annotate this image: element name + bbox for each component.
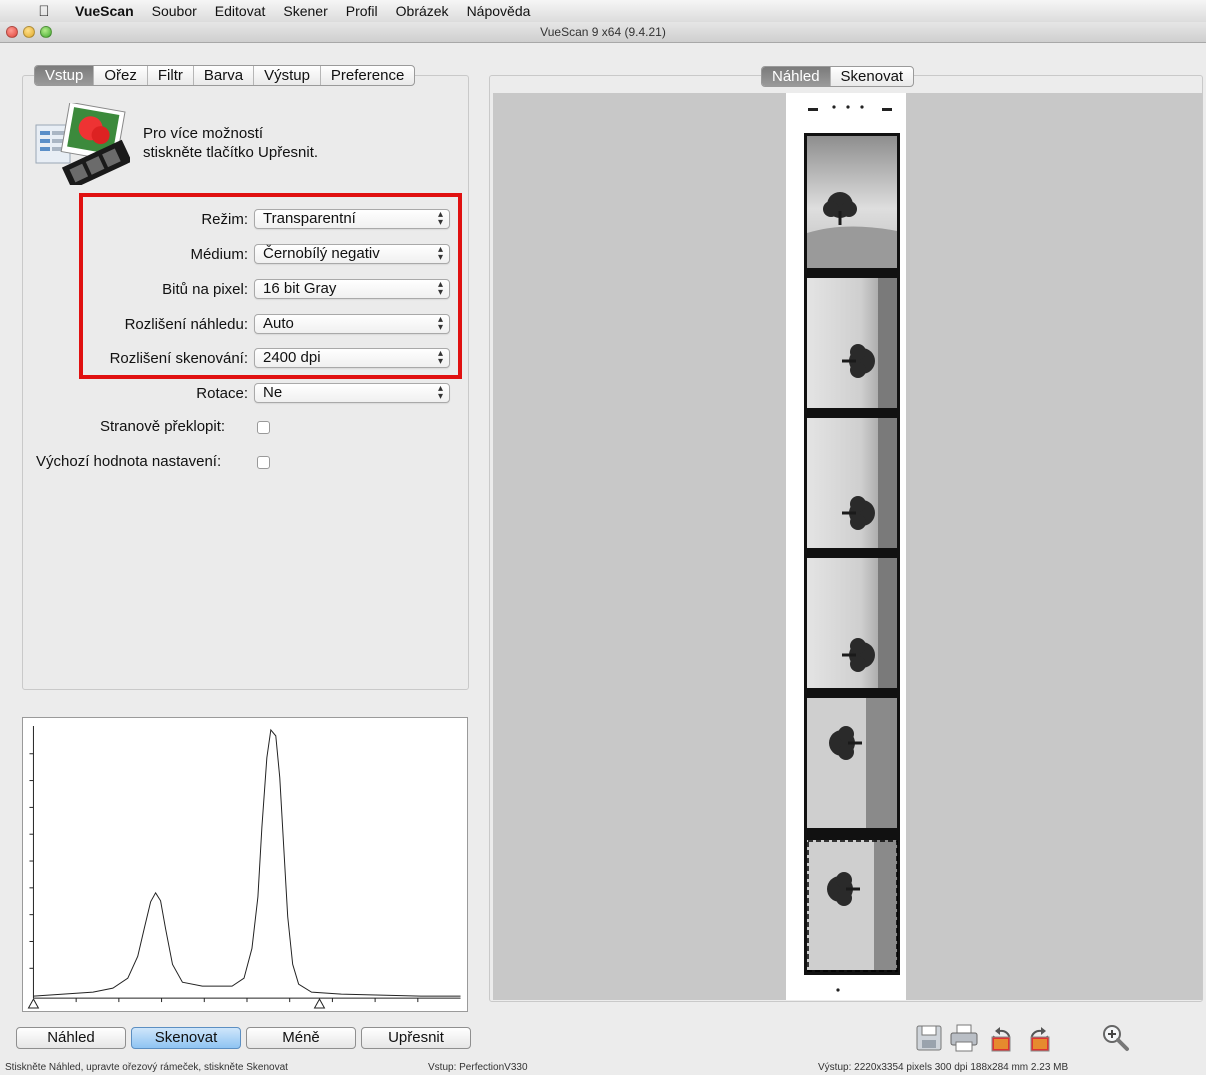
tab-preview[interactable]: Náhled (762, 67, 830, 86)
menu-profile[interactable]: Profil (346, 3, 378, 19)
save-icon[interactable] (914, 1022, 944, 1054)
tab-crop[interactable]: Ořez (93, 66, 147, 85)
preview-button[interactable]: Náhled (16, 1027, 126, 1049)
menu-app-name[interactable]: VueScan (75, 3, 134, 19)
tab-scan[interactable]: Skenovat (829, 67, 914, 86)
tab-color[interactable]: Barva (192, 66, 253, 85)
mirror-checkbox[interactable] (257, 421, 270, 434)
status-output: Výstup: 2220x3354 pixels 300 dpi 188x284… (818, 1062, 1069, 1073)
less-button[interactable]: Méně (246, 1027, 356, 1049)
rotation-select[interactable]: Ne ▴ ▾ (254, 383, 450, 403)
select-arrows-icon: ▴ ▾ (437, 383, 443, 402)
defaults-row: Výchozí hodnota nastavení: (36, 453, 221, 473)
histogram (22, 717, 468, 1012)
more-button[interactable]: Upřesnit (361, 1027, 471, 1049)
white-point-marker (313, 998, 326, 1009)
rotate-left-icon[interactable] (986, 1022, 1016, 1054)
apple-menu-icon[interactable]:  (33, 3, 55, 20)
film-strip-preview (786, 93, 906, 1000)
defaults-checkbox[interactable] (257, 456, 270, 469)
rotate-right-icon[interactable] (1025, 1022, 1055, 1054)
window-title-bar: VueScan 9 x64 (9.4.21) (0, 22, 1206, 43)
print-icon[interactable] (949, 1022, 979, 1054)
rotation-value: Ne (263, 384, 283, 401)
menu-bar:  VueScan Soubor Editovat Skener Profil … (0, 0, 1206, 22)
status-hint: Stiskněte Náhled, upravte ořezový rámeče… (5, 1062, 288, 1073)
menu-file[interactable]: Soubor (152, 3, 197, 19)
menu-help[interactable]: Nápověda (467, 3, 531, 19)
highlight-box (79, 193, 462, 379)
hint-line-2: stiskněte tlačítko Upřesnit. (143, 144, 319, 161)
window-title: VueScan 9 x64 (9.4.21) (540, 25, 666, 39)
tab-input[interactable]: Vstup (35, 66, 94, 85)
rotation-label: Rotace: (196, 385, 248, 402)
tab-output[interactable]: Výstup (253, 66, 320, 85)
tab-preferences[interactable]: Preference (319, 66, 414, 85)
mirror-label: Stranově překlopit: (100, 418, 226, 435)
tab-filter[interactable]: Filtr (146, 66, 193, 85)
hint-line-1: Pro více možností (143, 125, 264, 142)
rotation-row: Rotace: Ne ▴ ▾ (30, 383, 450, 405)
status-input: Vstup: PerfectionV330 (428, 1062, 528, 1073)
hint-text: Pro více možností stiskněte tlačítko Upř… (143, 124, 443, 162)
film-photo-icon (35, 103, 130, 185)
settings-tabs: Vstup Ořez Filtr Barva Výstup Preference (34, 65, 416, 86)
zoom-in-icon[interactable] (1100, 1022, 1130, 1054)
status-bar: Stiskněte Náhled, upravte ořezový rámeče… (0, 1061, 1206, 1075)
preview-tabs: Náhled Skenovat (761, 66, 915, 87)
menu-image[interactable]: Obrázek (396, 3, 449, 19)
menu-scanner[interactable]: Skener (283, 3, 327, 19)
menu-edit[interactable]: Editovat (215, 3, 266, 19)
mirror-row: Stranově překlopit: (100, 418, 225, 438)
scan-button[interactable]: Skenovat (131, 1027, 241, 1049)
black-point-marker (27, 998, 40, 1009)
defaults-label: Výchozí hodnota nastavení: (36, 453, 222, 470)
